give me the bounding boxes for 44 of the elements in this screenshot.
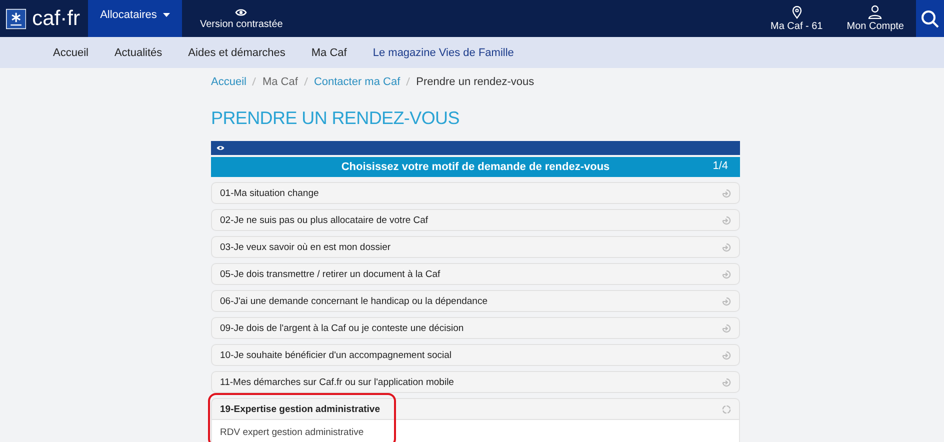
account-link[interactable]: Mon Compte	[834, 0, 916, 37]
nav-link[interactable]: Le magazine Vies de Famille	[372, 46, 514, 58]
search-button[interactable]	[916, 0, 944, 37]
breadcrumb-separator-icon	[406, 77, 410, 86]
expand-icon	[722, 296, 731, 306]
motif-item[interactable]: 09-Je dois de l'argent à la Caf ou je conteste une décision	[211, 317, 740, 339]
breadcrumb-separator-icon	[304, 77, 308, 86]
expand-icon	[722, 242, 731, 252]
eye-icon[interactable]	[216, 145, 225, 151]
step-title: Choisissez votre motif de demande de rendez-vous	[341, 161, 610, 173]
caret-icon	[162, 12, 170, 16]
search-icon	[921, 10, 939, 28]
collapse-icon	[722, 404, 731, 414]
motif-item[interactable]: 02-Je ne suis pas ou plus allocataire de votre Caf	[211, 209, 740, 231]
expand-icon	[722, 324, 731, 332]
motif-option[interactable]: RDV expert gestion administrative	[211, 420, 740, 442]
motif-item[interactable]: 01-Ma situation change	[211, 182, 740, 204]
motif-item[interactable]: 05-Je dois transmettre / retirer un document à la Caf	[211, 263, 740, 285]
nav-link[interactable]: Accueil	[53, 46, 88, 58]
motif-item[interactable]: 06-J'ai une demande concernant le handicap ou la dépendance	[211, 290, 740, 312]
page-title: PRENDRE UN RENDEZ-VOUS	[211, 106, 460, 130]
motif-item[interactable]: 19-Expertise gestion administrative	[211, 398, 740, 420]
eye-icon	[235, 8, 248, 16]
contrast-link[interactable]: Version contrastée	[186, 0, 297, 37]
motif-item[interactable]: 10-Je souhaite bénéficier d'un accompagnement social	[211, 344, 740, 366]
nav-link[interactable]: Ma Caf	[311, 46, 347, 58]
breadcrumb-item: Prendre un rendez-vous	[416, 76, 534, 88]
user-icon	[868, 5, 882, 19]
breadcrumb-separator-icon	[252, 77, 256, 86]
expand-icon	[722, 378, 731, 386]
expand-icon	[722, 188, 731, 198]
location-pin-icon	[792, 6, 802, 18]
step-counter: 1/4	[712, 160, 728, 172]
expand-icon	[722, 216, 731, 224]
nav-link[interactable]: Aides et démarches	[188, 46, 286, 58]
logo-text[interactable]: caf·fr	[32, 6, 80, 30]
motif-item[interactable]: 03-Je veux savoir où en est mon dossier	[211, 236, 740, 258]
expand-icon	[722, 270, 731, 278]
audience-menu[interactable]: Allocataires	[88, 0, 182, 37]
breadcrumb-item: Ma Caf	[262, 76, 298, 88]
nav-link[interactable]: Actualités	[114, 46, 162, 58]
expand-icon	[722, 350, 731, 360]
ma-caf-link[interactable]: Ma Caf - 61	[758, 0, 835, 37]
motif-item[interactable]: 11-Mes démarches sur Caf.fr ou sur l'application mobile	[211, 371, 740, 393]
